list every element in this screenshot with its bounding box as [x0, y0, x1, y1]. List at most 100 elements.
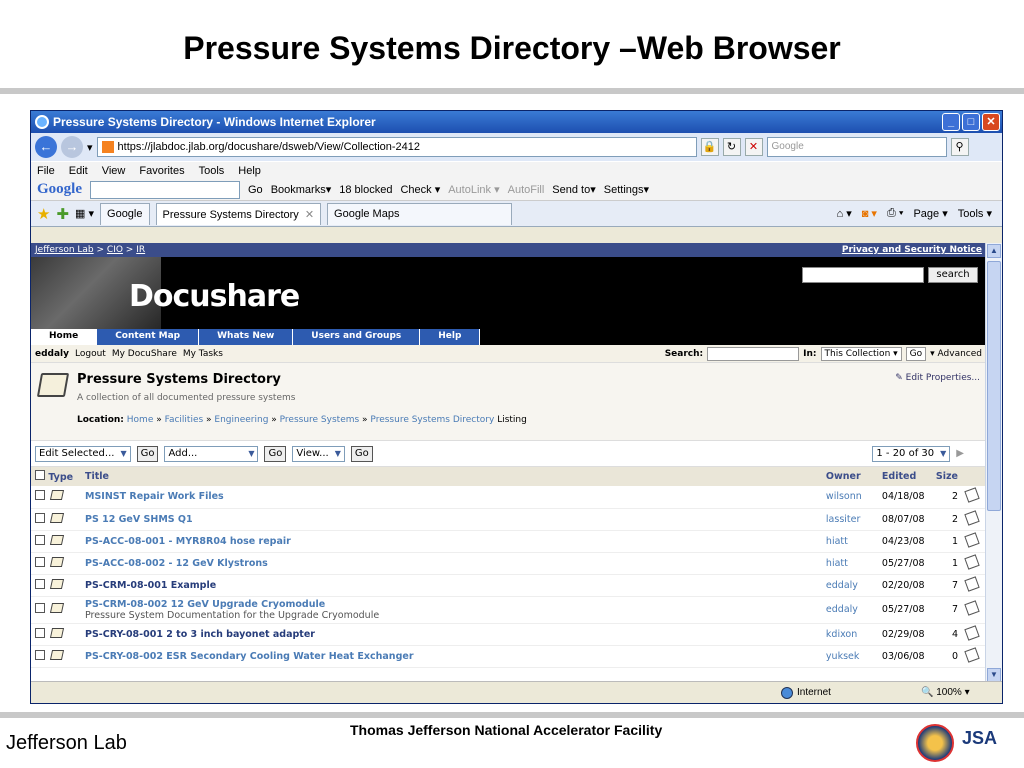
edit-properties-icon[interactable] [964, 553, 980, 570]
maximize-button[interactable]: □ [962, 113, 980, 131]
banner-search-button[interactable]: search [928, 267, 978, 283]
table-row[interactable]: MSINST Repair Work Files wilsonn 04/18/08 2 [31, 486, 986, 509]
search-icon[interactable]: ⚲ [950, 138, 969, 156]
vertical-scrollbar[interactable]: ▲ ▼ [985, 243, 1002, 683]
next-page-icon[interactable]: ▶ [956, 448, 964, 459]
refresh-button[interactable]: ↻ [722, 138, 741, 156]
my-tasks-link[interactable]: My Tasks [183, 349, 223, 359]
breadcrumb-cio[interactable]: CIO [107, 245, 123, 255]
table-row[interactable]: PS-ACC-08-001 - MYR8R04 hose repair hiatt… [31, 530, 986, 553]
view-go-button[interactable]: Go [350, 445, 373, 462]
document-title-link[interactable]: PS-CRY-08-001 2 to 3 inch bayonet adapte… [85, 629, 818, 640]
document-title-link[interactable]: MSINST Repair Work Files [85, 491, 818, 502]
close-tab-icon[interactable]: ✕ [305, 209, 314, 221]
menu-tools[interactable]: Tools [199, 165, 225, 177]
bookmarks-button[interactable]: Bookmarks▾ [271, 183, 332, 196]
location-engineering[interactable]: Engineering [214, 415, 268, 425]
nav-users-and-groups[interactable]: Users and Groups [293, 329, 421, 345]
row-checkbox[interactable] [35, 649, 45, 660]
location-pressure-systems-directory[interactable]: Pressure Systems Directory [370, 415, 494, 425]
history-dropdown-icon[interactable]: ▾ [87, 141, 93, 154]
row-checkbox[interactable] [35, 603, 45, 613]
location-facilities[interactable]: Facilities [165, 415, 204, 425]
menu-edit[interactable]: Edit [69, 165, 88, 177]
privacy-link[interactable]: Privacy and Security Notice [842, 245, 982, 255]
edit-properties-icon[interactable] [964, 531, 980, 548]
owner-link[interactable]: yuksek [821, 645, 878, 668]
home-icon[interactable]: ⌂ ▾ [837, 207, 852, 220]
row-checkbox[interactable] [35, 578, 45, 589]
page-select[interactable]: 1 - 20 of 30 ▼ [872, 445, 951, 462]
my-docushare-link[interactable]: My DocuShare [112, 349, 177, 359]
search-input[interactable]: Google [766, 137, 947, 157]
edit-selected-select[interactable]: Edit Selected... ▼ [35, 445, 131, 462]
nav-whats-new[interactable]: Whats New [199, 329, 294, 345]
tools-menu[interactable]: Tools ▾ [958, 207, 992, 220]
document-title-link[interactable]: PS-CRM-08-002 12 GeV Upgrade Cryomodule [85, 599, 818, 610]
autofill-button[interactable]: AutoFill [508, 184, 545, 196]
page-menu[interactable]: Page ▾ [913, 207, 947, 220]
advanced-search-link[interactable]: ▾ Advanced [930, 349, 982, 359]
add-go-button[interactable]: Go [264, 445, 287, 462]
document-title-link[interactable]: PS-CRM-08-001 Example [85, 580, 818, 591]
tab-pressure-systems[interactable]: Pressure Systems Directory ✕ [155, 202, 322, 225]
document-title-link[interactable]: PS-CRY-08-002 ESR Secondary Cooling Wate… [85, 651, 818, 662]
owner-link[interactable]: hiatt [821, 552, 878, 575]
edit-properties-icon[interactable] [964, 487, 980, 503]
owner-link[interactable]: hiatt [821, 530, 878, 553]
document-title-link[interactable]: PS-ACC-08-002 - 12 GeV Klystrons [85, 558, 818, 569]
send-to-button[interactable]: Send to▾ [552, 183, 595, 196]
row-checkbox[interactable] [35, 512, 45, 523]
view-select[interactable]: View... ▼ [292, 445, 345, 462]
edit-properties-icon[interactable] [964, 624, 980, 641]
popup-blocked-button[interactable]: 18 blocked [339, 184, 392, 196]
row-checkbox[interactable] [35, 534, 45, 545]
url-field[interactable]: https://jlabdoc.jlab.org/docushare/dsweb… [96, 137, 697, 157]
site-search-input[interactable] [707, 346, 800, 361]
owner-link[interactable]: eddaly [821, 574, 878, 597]
stop-button[interactable]: ✕ [744, 138, 763, 156]
forward-button[interactable]: → [61, 136, 83, 158]
scroll-thumb[interactable] [987, 261, 1001, 511]
owner-link[interactable]: wilsonn [821, 486, 878, 509]
edit-properties-icon[interactable] [964, 600, 980, 616]
window-titlebar[interactable]: Pressure Systems Directory - Windows Int… [31, 111, 1002, 133]
edit-properties-icon[interactable] [964, 646, 980, 663]
autolink-button[interactable]: AutoLink ▾ [448, 183, 499, 196]
add-favorite-icon[interactable]: ✚ [56, 205, 69, 223]
location-pressure-systems[interactable]: Pressure Systems [280, 415, 360, 425]
header-type[interactable]: Type [48, 472, 73, 483]
spell-check-button[interactable]: Check ▾ [400, 183, 440, 196]
tab-google[interactable]: Google [100, 202, 150, 225]
table-row[interactable]: PS-ACC-08-002 - 12 GeV Klystrons hiatt 05/… [31, 552, 986, 575]
menu-file[interactable]: File [37, 165, 55, 177]
edit-properties-link[interactable]: ✎ Edit Properties... [895, 373, 980, 383]
location-home[interactable]: Home [127, 415, 154, 425]
settings-button[interactable]: Settings▾ [604, 183, 649, 196]
search-scope-select[interactable]: This Collection ▾ [820, 346, 902, 361]
breadcrumb-jefferson-lab[interactable]: Jefferson Lab [35, 245, 94, 255]
search-go-button[interactable]: Go [905, 346, 927, 361]
owner-link[interactable]: lassiter [821, 508, 878, 531]
document-title-link[interactable]: PS 12 GeV SHMS Q1 [85, 514, 818, 525]
add-select[interactable]: Add... ▼ [164, 445, 259, 462]
edit-go-button[interactable]: Go [136, 445, 159, 462]
header-edited[interactable]: Edited [877, 467, 932, 486]
document-title-link[interactable]: PS-ACC-08-001 - MYR8R04 hose repair [85, 536, 818, 547]
edit-properties-icon[interactable] [964, 509, 980, 526]
nav-home[interactable]: Home [31, 329, 98, 345]
rss-icon[interactable]: ◙ ▾ [862, 207, 877, 220]
table-row[interactable]: PS-CRY-08-002 ESR Secondary Cooling Wate… [31, 645, 986, 668]
edit-properties-icon[interactable] [964, 575, 980, 592]
row-checkbox[interactable] [35, 556, 45, 567]
owner-link[interactable]: kdixon [821, 623, 878, 646]
nav-help[interactable]: Help [420, 329, 481, 345]
nav-content-map[interactable]: Content Map [97, 329, 200, 345]
breadcrumb-ir[interactable]: IR [136, 245, 145, 255]
menu-help[interactable]: Help [238, 165, 261, 177]
menu-view[interactable]: View [102, 165, 126, 177]
logout-link[interactable]: Logout [75, 349, 106, 359]
table-row[interactable]: PS 12 GeV SHMS Q1 lassiter 08/07/08 2 [31, 508, 986, 531]
minimize-button[interactable]: _ [942, 113, 960, 131]
row-checkbox[interactable] [35, 627, 45, 638]
